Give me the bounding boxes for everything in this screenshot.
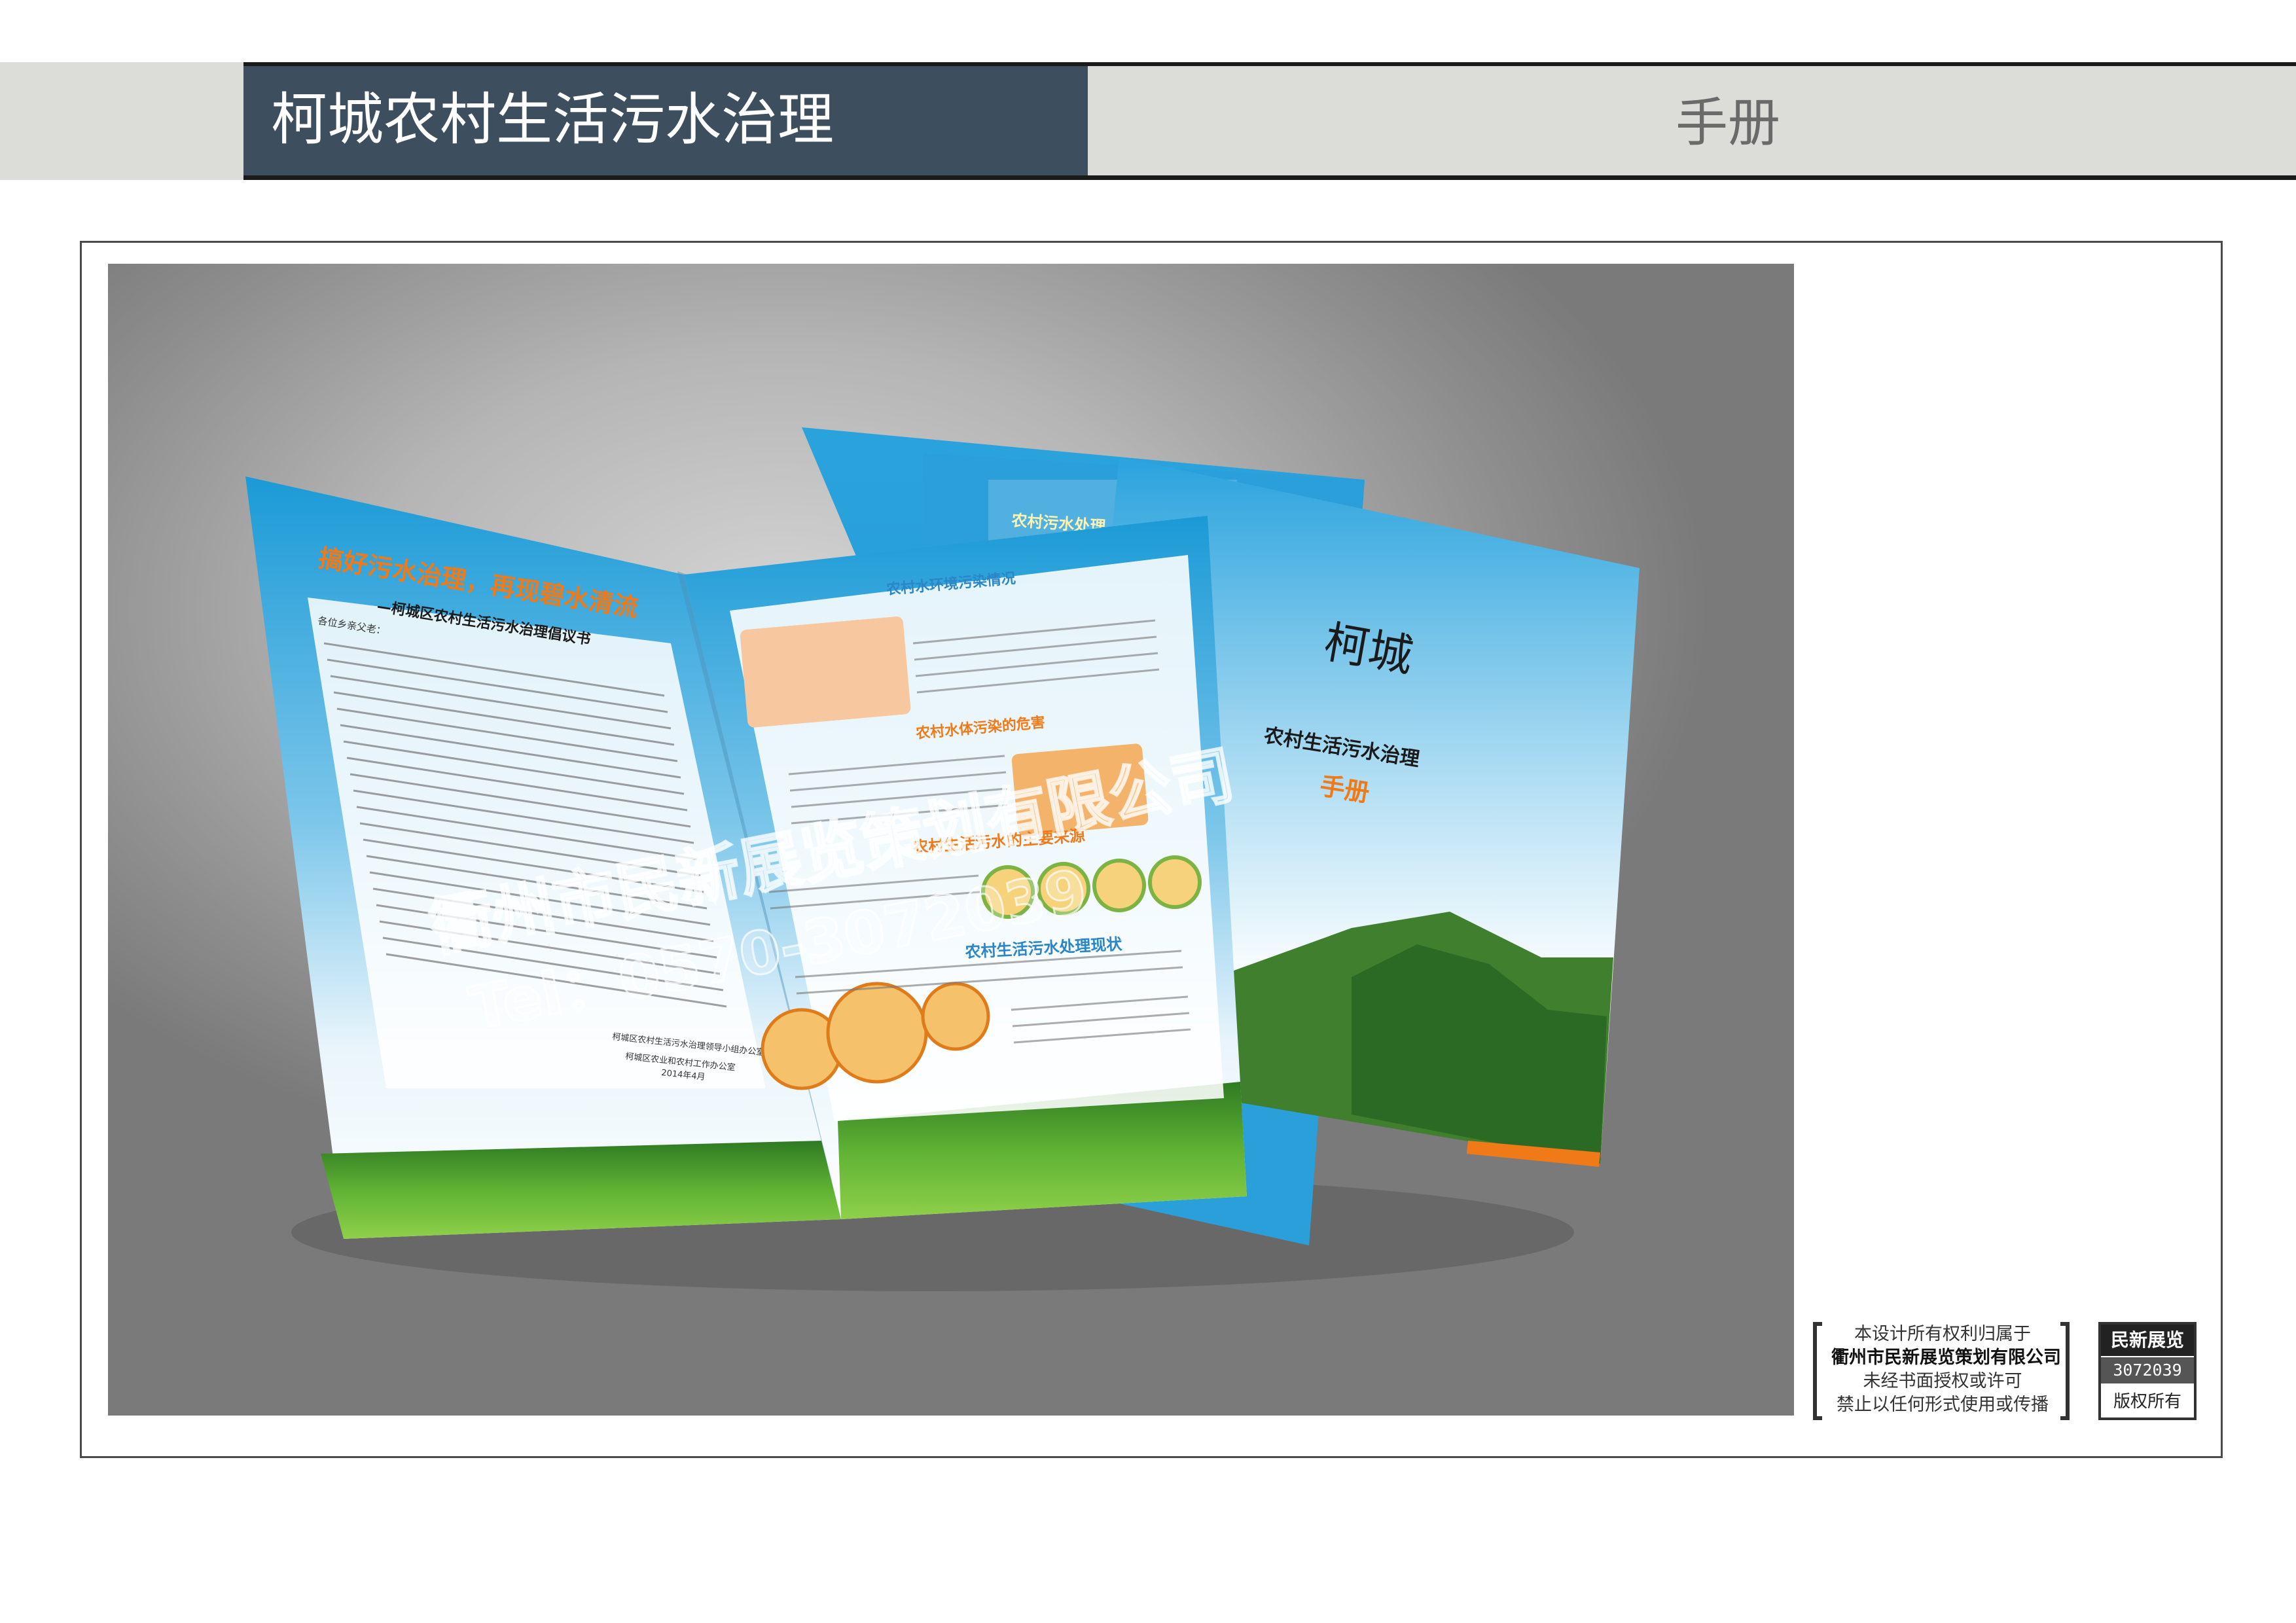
copyright-line-1: 本设计所有权利归属于 [1854,1324,2031,1344]
stamp-rights-text: 版权所有 [2113,1392,2181,1412]
brochure-mockup-svg: 农村污水处理 柯城 农村生活污水治理 手册 搞好污水治理，再现碧水清流 —柯城区… [245,427,1640,1291]
header-left-band [0,62,243,180]
page-title: 柯城农村生活污水治理 [271,87,834,152]
brochure-mockup-photo: 农村污水处理 柯城 农村生活污水治理 手册 搞好污水治理，再现碧水清流 —柯城区… [108,264,1794,1416]
middle-illustration-1 [740,616,911,728]
header-bottom-rule [243,175,2296,180]
stamp-code: 3072039 [2101,1357,2194,1383]
copyright-bracket-right [2060,1322,2070,1420]
copyright-bracket-left [1813,1322,1822,1420]
copyright-notice: 本设计所有权利归属于 衢州市民新展览策划有限公司 未经书面授权或许可 禁止以任何… [1813,1322,2070,1424]
page-subtitle: 手册 [1676,92,1780,153]
header-top-rule [243,62,2296,66]
brand-stamp: 民新展览 3072039 版权所有 [2098,1322,2197,1420]
copyright-line-3: 未经书面授权或许可 [1863,1371,2022,1391]
stamp-brand-name: 民新展览 [2101,1325,2194,1356]
copyright-line-4: 禁止以任何形式使用或传播 [1837,1395,2049,1415]
copyright-line-2: 衢州市民新展览策划有限公司 [1831,1347,2061,1368]
